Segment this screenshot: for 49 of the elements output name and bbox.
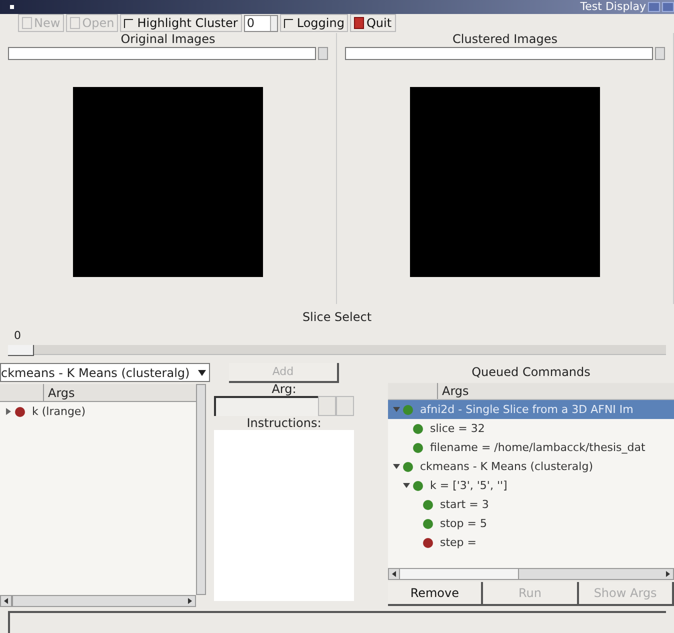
- tree-row[interactable]: stop = 5: [388, 514, 674, 534]
- collapsed-arrow-icon[interactable]: [5, 408, 12, 416]
- tree-label: start = 3: [440, 496, 489, 513]
- tree-row[interactable]: slice = 32: [388, 419, 674, 438]
- expanded-arrow-icon[interactable]: [393, 463, 400, 470]
- tree-label: k = ['3', '5', '']: [430, 478, 508, 494]
- spin-field[interactable]: 0: [244, 14, 278, 32]
- scrollbar-thumb[interactable]: [11, 596, 13, 606]
- checkbox-label: Logging: [296, 15, 344, 32]
- tree-row[interactable]: ckmeans - K Means (clusteralg): [388, 457, 674, 476]
- panel-title: Queued Commands: [470, 364, 592, 382]
- checkbox[interactable]: [284, 18, 293, 28]
- column-header[interactable]: Args: [438, 383, 469, 400]
- column-header[interactable]: Args: [44, 384, 75, 402]
- algorithm-dropdown[interactable]: ckmeans - K Means (clusteralg): [0, 363, 210, 382]
- slice-slider-track[interactable]: [8, 344, 666, 356]
- tree-label: ckmeans - K Means (clusteralg): [420, 458, 593, 475]
- dropdown-arrow-icon[interactable]: [198, 370, 206, 376]
- tree-label: step =: [440, 534, 477, 551]
- slider-title: Slice Select: [301, 309, 373, 326]
- slider-handle[interactable]: [8, 344, 34, 356]
- tree-row[interactable]: k (lrange): [0, 402, 196, 422]
- tree-label: slice = 32: [430, 420, 485, 437]
- tree-label: k (lrange): [32, 404, 86, 420]
- pane-title: Original Images: [120, 32, 216, 46]
- horizontal-scrollbar[interactable]: [0, 595, 196, 608]
- image-selector-dropdown[interactable]: [345, 46, 653, 60]
- scrollbar-thumb[interactable]: [399, 569, 519, 580]
- checkbox-label: Highlight Cluster: [137, 15, 238, 32]
- tree-row[interactable]: step =: [388, 533, 674, 552]
- slider-value: 0: [13, 328, 22, 344]
- vertical-scrollbar[interactable]: [196, 384, 206, 596]
- checkbox[interactable]: [124, 18, 134, 28]
- field-label: Arg:: [272, 383, 296, 396]
- tree-label: afni2d - Single Slice from a 3D AFNI Im: [420, 402, 634, 418]
- expanded-arrow-icon[interactable]: [403, 482, 410, 490]
- tree-row[interactable]: k = ['3', '5', '']: [388, 476, 674, 496]
- arg-field[interactable]: [214, 396, 318, 416]
- horizontal-scrollbar[interactable]: [388, 568, 674, 580]
- tree-row[interactable]: filename = /home/lambacck/thesis_dat: [388, 438, 674, 458]
- tree-row[interactable]: start = 3: [388, 495, 674, 514]
- field-label: Instructions:: [246, 416, 322, 430]
- tree-label: stop = 5: [440, 516, 487, 532]
- window-title: Test Display: [580, 0, 646, 15]
- command-button[interactable]: Remove: [388, 582, 484, 606]
- image-selector-dropdown[interactable]: [8, 46, 316, 60]
- pane-title: Clustered Images: [452, 32, 558, 46]
- toolbar-button[interactable]: Quit: [350, 14, 396, 32]
- tree-label: filename = /home/lambacck/thesis_dat: [430, 440, 646, 456]
